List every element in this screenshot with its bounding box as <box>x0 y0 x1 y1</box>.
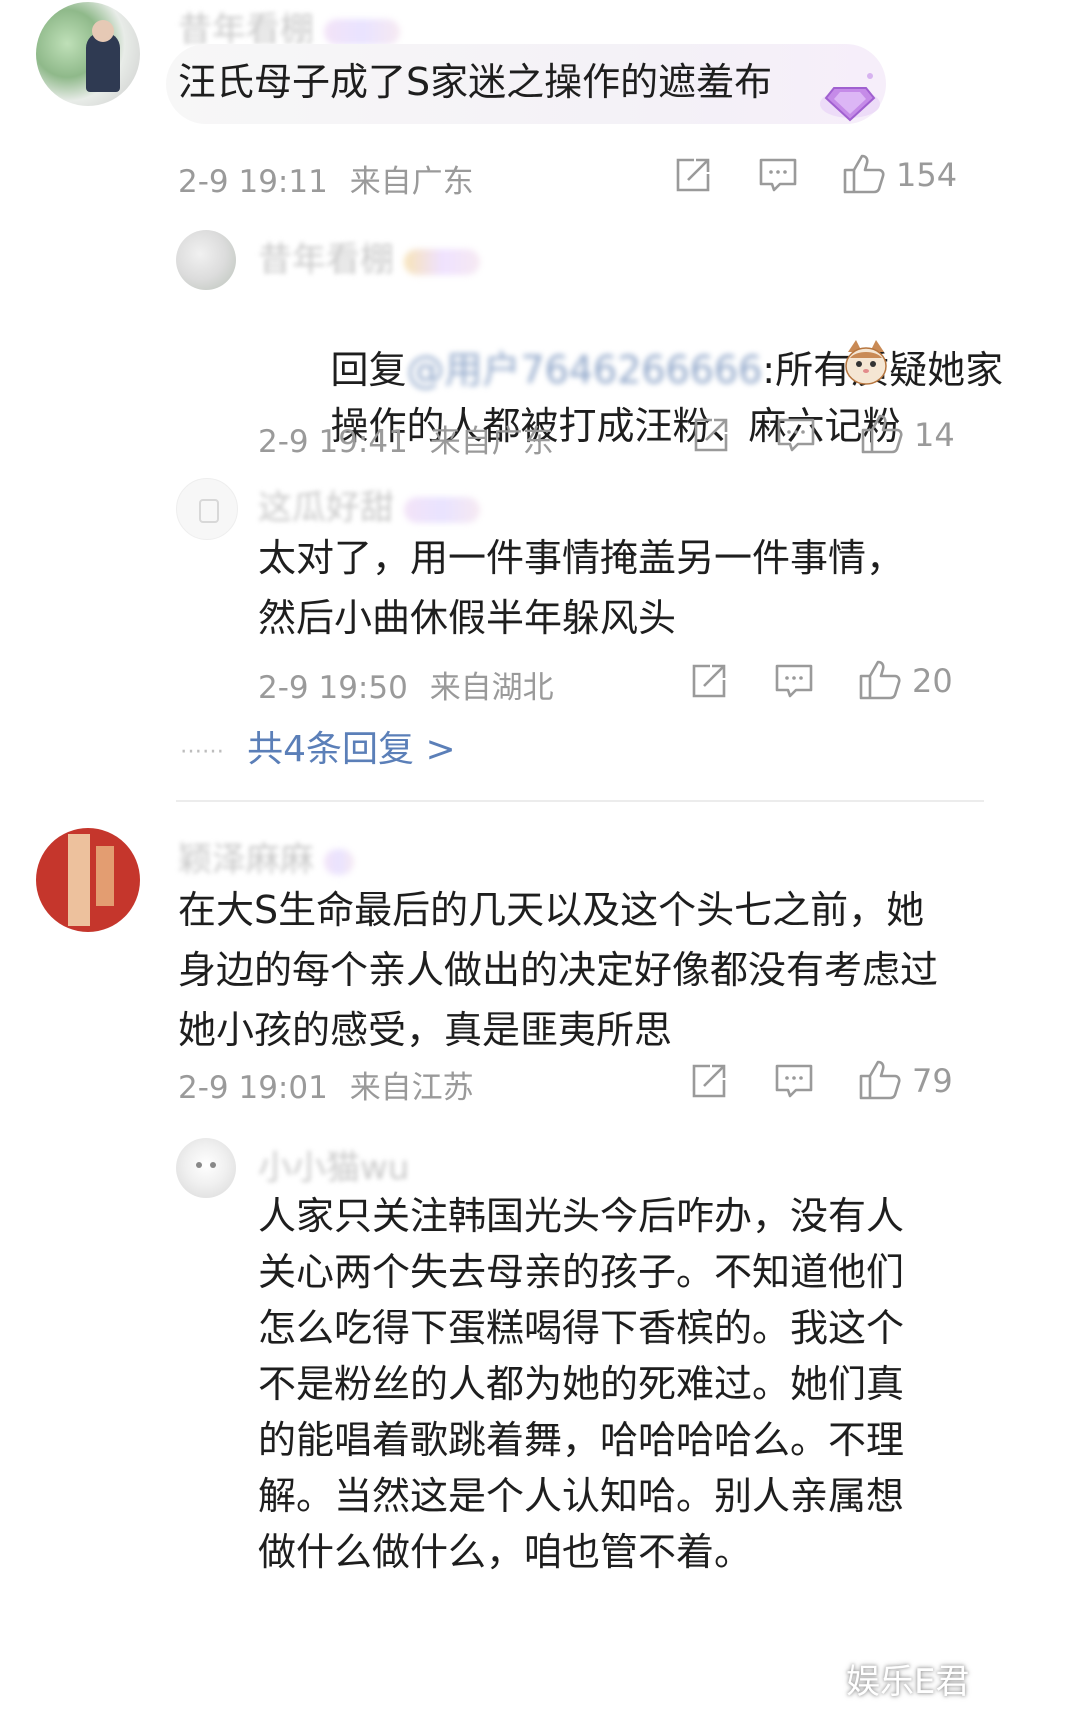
share-icon[interactable] <box>690 662 728 704</box>
username[interactable]: 这瓜好甜 <box>258 480 480 529</box>
like-count: 14 <box>914 416 955 454</box>
avatar[interactable] <box>36 828 140 932</box>
comment-meta: 2-9 19:11 来自广东 <box>178 156 474 201</box>
share-icon[interactable] <box>692 416 730 458</box>
like-icon[interactable] <box>860 412 904 458</box>
comment-icon[interactable] <box>758 156 798 198</box>
diamond-badge-icon <box>818 66 882 126</box>
ellipsis: …… <box>180 733 224 759</box>
location: 来自湖北 <box>429 670 554 706</box>
like-count: 79 <box>912 1062 953 1100</box>
avatar[interactable] <box>176 478 238 540</box>
avatar[interactable] <box>176 1138 236 1198</box>
comment-meta: 2-9 19:01 来自江苏 <box>178 1062 474 1107</box>
like-count: 154 <box>896 156 958 194</box>
share-icon[interactable] <box>674 156 712 198</box>
reply-meta: 2-9 19:50 来自湖北 <box>258 662 554 707</box>
location: 来自广东 <box>349 164 474 200</box>
location: 来自江苏 <box>349 1070 474 1106</box>
avatar[interactable] <box>36 2 140 106</box>
timestamp: 2-9 19:41 <box>258 424 408 460</box>
comment-icon[interactable] <box>774 1062 814 1104</box>
watermark: 娱乐E君 <box>846 1662 970 1702</box>
comment-text: 汪氏母子成了S家迷之操作的遮羞布 <box>178 60 773 104</box>
comment-text: 在大S生命最后的几天以及这个头七之前，她 身边的每个亲人做出的决定好像都没有考虑… <box>178 888 939 1052</box>
reply-text: 太对了，用一件事情掩盖另一件事情， 然后小曲休假半年躲风头 <box>258 536 905 640</box>
username[interactable]: 颖泽麻麻 <box>178 832 354 881</box>
avatar[interactable] <box>176 230 236 290</box>
more-replies-link[interactable]: 共4条回复 > <box>247 729 456 770</box>
location: 来自广东 <box>429 424 554 460</box>
cat-emoji-icon <box>842 338 890 386</box>
timestamp: 2-9 19:50 <box>258 670 408 706</box>
like-icon[interactable] <box>858 658 902 704</box>
username[interactable]: 昔年看棚 <box>258 232 480 281</box>
divider <box>176 800 984 802</box>
like-icon[interactable] <box>858 1058 902 1104</box>
username[interactable]: 小小猫wu <box>258 1140 409 1189</box>
reply-text: 人家只关注韩国光头今后咋办，没有人 关心两个失去母亲的孩子。不知道他们 怎么吃得… <box>258 1194 905 1574</box>
reply-meta: 2-9 19:41 来自广东 <box>258 416 554 461</box>
share-icon[interactable] <box>690 1062 728 1104</box>
more-replies[interactable]: …… 共4条回复 > <box>180 720 456 772</box>
like-icon[interactable] <box>842 152 886 198</box>
timestamp: 2-9 19:11 <box>178 164 328 200</box>
comment-icon[interactable] <box>774 662 814 704</box>
like-count: 20 <box>912 662 953 700</box>
comment-icon[interactable] <box>776 416 816 458</box>
timestamp: 2-9 19:01 <box>178 1070 328 1106</box>
